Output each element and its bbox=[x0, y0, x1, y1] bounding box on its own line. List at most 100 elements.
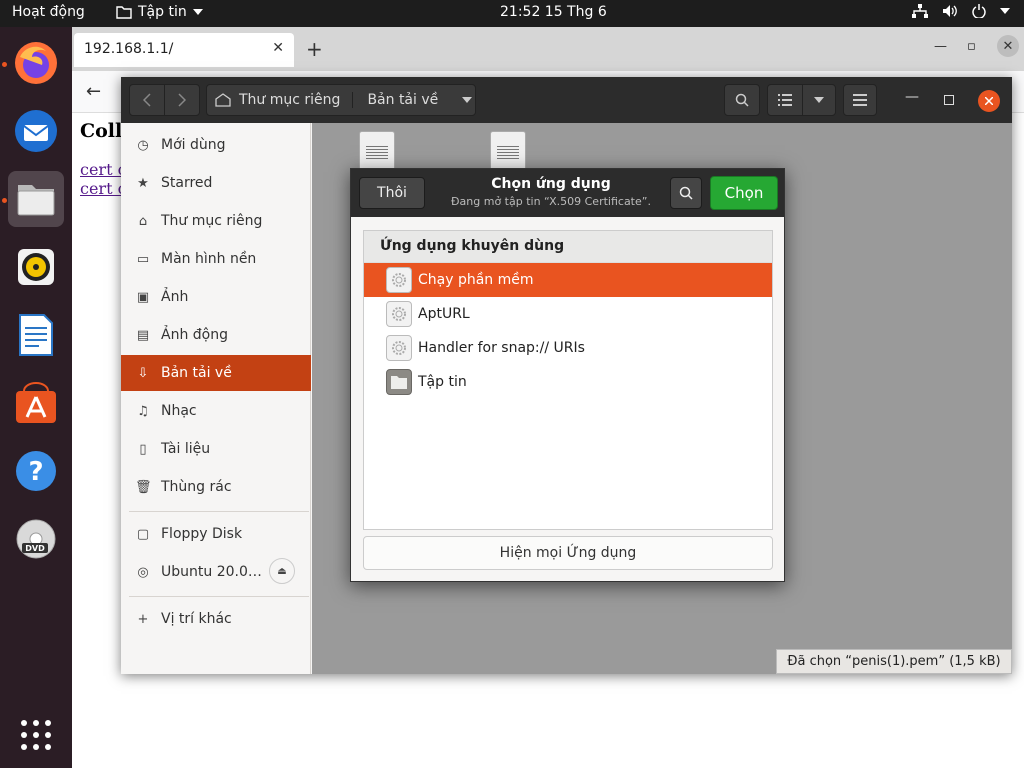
rhythmbox-icon[interactable] bbox=[8, 239, 64, 295]
sidebar-item-videos[interactable]: ▤ Ảnh động bbox=[121, 317, 311, 353]
sidebar-item-recent[interactable]: ◷ Mới dùng bbox=[121, 127, 311, 163]
sidebar-item-label: Mới dùng bbox=[161, 137, 226, 153]
plus-icon: + bbox=[137, 611, 149, 627]
back-button[interactable] bbox=[129, 84, 165, 116]
sidebar-item-other-locations[interactable]: + Vị trí khác bbox=[121, 601, 311, 637]
picture-icon: ▣ bbox=[136, 289, 150, 305]
minimize-icon[interactable]: — bbox=[905, 89, 919, 105]
sidebar-item-label: Floppy Disk bbox=[161, 526, 243, 542]
sidebar-item-documents[interactable]: ▯ Tài liệu bbox=[121, 431, 311, 467]
sidebar-item-trash[interactable]: 🗑 Thùng rác bbox=[121, 469, 311, 505]
sidebar-item-label: Ảnh bbox=[161, 289, 189, 305]
sidebar-item-floppy[interactable]: ▢ Floppy Disk bbox=[121, 516, 311, 552]
path-current[interactable]: Bản tải về bbox=[361, 92, 438, 108]
sidebar-item-music[interactable]: ♫ Nhạc bbox=[121, 393, 311, 429]
folder-icon bbox=[386, 369, 412, 395]
hamburger-icon bbox=[853, 94, 867, 106]
cert-link[interactable]: cert c bbox=[80, 179, 127, 198]
forward-button[interactable] bbox=[164, 84, 200, 116]
eject-icon[interactable]: ⏏ bbox=[269, 558, 295, 584]
help-icon[interactable]: ? bbox=[8, 443, 64, 499]
sidebar-item-home[interactable]: ⌂ Thư mục riêng bbox=[121, 203, 311, 239]
app-label: Chạy phần mềm bbox=[418, 272, 534, 288]
video-icon: ▤ bbox=[136, 327, 150, 343]
browser-tab-bar: 192.168.1.1/ ✕ + — ▫ ✕ bbox=[72, 27, 1024, 71]
app-list-header: Ứng dụng khuyên dùng bbox=[364, 231, 772, 263]
sidebar-item-starred[interactable]: ★ Starred bbox=[121, 165, 311, 201]
files-icon[interactable] bbox=[8, 171, 64, 227]
app-row-files[interactable]: Tập tin bbox=[364, 365, 772, 399]
disc-icon: ◎ bbox=[137, 564, 149, 580]
svg-text:?: ? bbox=[28, 457, 43, 487]
page-content: Coll cert c cert c bbox=[80, 120, 127, 198]
floppy-icon: ▢ bbox=[136, 526, 150, 542]
minimize-icon[interactable]: — bbox=[934, 39, 947, 54]
sidebar-item-ubuntu-disc[interactable]: ◎ Ubuntu 20.0… ⏏ bbox=[121, 554, 311, 590]
clock[interactable]: 21:52 15 Thg 6 bbox=[500, 4, 607, 20]
sidebar-item-label: Thư mục riêng bbox=[161, 213, 263, 229]
menu-button[interactable] bbox=[843, 84, 877, 116]
close-window-button[interactable] bbox=[978, 90, 1000, 112]
app-row-run-software[interactable]: Chạy phần mềm bbox=[364, 263, 772, 297]
chevron-down-icon bbox=[462, 97, 473, 103]
path-home[interactable]: Thư mục riêng bbox=[239, 92, 354, 108]
path-bar[interactable]: Thư mục riêng Bản tải về bbox=[206, 84, 476, 116]
status-bar: Đã chọn “penis(1).pem” (1,5 kB) bbox=[776, 649, 1012, 674]
sidebar-item-label: Thùng rác bbox=[161, 479, 232, 495]
back-arrow-icon[interactable]: ← bbox=[86, 81, 101, 102]
libreoffice-writer-icon[interactable] bbox=[8, 307, 64, 363]
ubuntu-software-icon[interactable] bbox=[8, 375, 64, 431]
network-icon bbox=[912, 4, 928, 18]
dvd-icon[interactable]: DVD bbox=[8, 511, 64, 567]
folder-icon bbox=[116, 6, 132, 19]
view-options-button[interactable] bbox=[802, 84, 836, 116]
sidebar-item-label: Màn hình nền bbox=[161, 251, 257, 267]
sidebar-item-desktop[interactable]: ▭ Màn hình nền bbox=[121, 241, 311, 277]
choose-button[interactable]: Chọn bbox=[710, 176, 778, 210]
maximize-icon[interactable]: ▫ bbox=[967, 39, 976, 54]
chevron-left-icon bbox=[143, 93, 151, 107]
close-icon bbox=[985, 97, 993, 105]
app-label: Tập tin bbox=[418, 374, 467, 390]
sidebar-item-label: Tài liệu bbox=[161, 441, 211, 457]
sidebar-item-pictures[interactable]: ▣ Ảnh bbox=[121, 279, 311, 315]
app-row-snap-handler[interactable]: Handler for snap:// URIs bbox=[364, 331, 772, 365]
dialog-search-button[interactable] bbox=[670, 177, 702, 209]
activities-button[interactable]: Hoạt động bbox=[12, 4, 85, 20]
sidebar-item-label: Ubuntu 20.0… bbox=[161, 564, 262, 580]
cert-link[interactable]: cert c bbox=[80, 160, 127, 179]
chevron-right-icon bbox=[178, 93, 186, 107]
document-icon: ▯ bbox=[139, 441, 147, 457]
app-row-apturl[interactable]: AptURL bbox=[364, 297, 772, 331]
cancel-button[interactable]: Thôi bbox=[359, 177, 425, 209]
app-list: Ứng dụng khuyên dùng Chạy phần mềm AptUR… bbox=[363, 230, 773, 530]
dialog-header: Thôi Chọn ứng dụng Đang mở tập tin “X.50… bbox=[351, 169, 784, 217]
close-icon[interactable]: ✕ bbox=[272, 40, 284, 56]
show-apps-icon[interactable] bbox=[8, 707, 64, 763]
search-button[interactable] bbox=[724, 84, 760, 116]
volume-icon bbox=[943, 5, 957, 17]
home-icon: ⌂ bbox=[138, 213, 148, 229]
sidebar-item-label: Bản tải về bbox=[161, 365, 232, 381]
thunderbird-icon[interactable] bbox=[8, 103, 64, 159]
app-menu[interactable]: Tập tin bbox=[116, 4, 203, 20]
view-list-button[interactable] bbox=[767, 84, 803, 116]
sidebar-item-downloads[interactable]: ⇩ Bản tải về bbox=[121, 355, 311, 391]
list-view-icon bbox=[778, 94, 792, 106]
running-indicator bbox=[2, 62, 7, 67]
new-tab-button[interactable]: + bbox=[306, 37, 323, 61]
system-tray[interactable] bbox=[912, 4, 1010, 18]
gear-icon bbox=[386, 267, 412, 293]
running-indicator bbox=[2, 198, 7, 203]
chevron-down-icon bbox=[814, 97, 824, 103]
show-all-apps-button[interactable]: Hiện mọi Ứng dụng bbox=[363, 536, 773, 570]
browser-tab[interactable]: 192.168.1.1/ ✕ bbox=[74, 33, 294, 67]
firefox-icon[interactable] bbox=[8, 35, 64, 91]
close-window-icon[interactable]: ✕ bbox=[997, 35, 1019, 57]
desktop-icon: ▭ bbox=[136, 251, 150, 267]
dialog-subtitle: Đang mở tập tin “X.509 Certificate”. bbox=[451, 195, 651, 208]
dialog-title: Chọn ứng dụng bbox=[491, 176, 611, 192]
gear-icon bbox=[386, 301, 412, 327]
sidebar-item-label: Starred bbox=[161, 175, 213, 191]
maximize-icon[interactable] bbox=[944, 95, 954, 105]
